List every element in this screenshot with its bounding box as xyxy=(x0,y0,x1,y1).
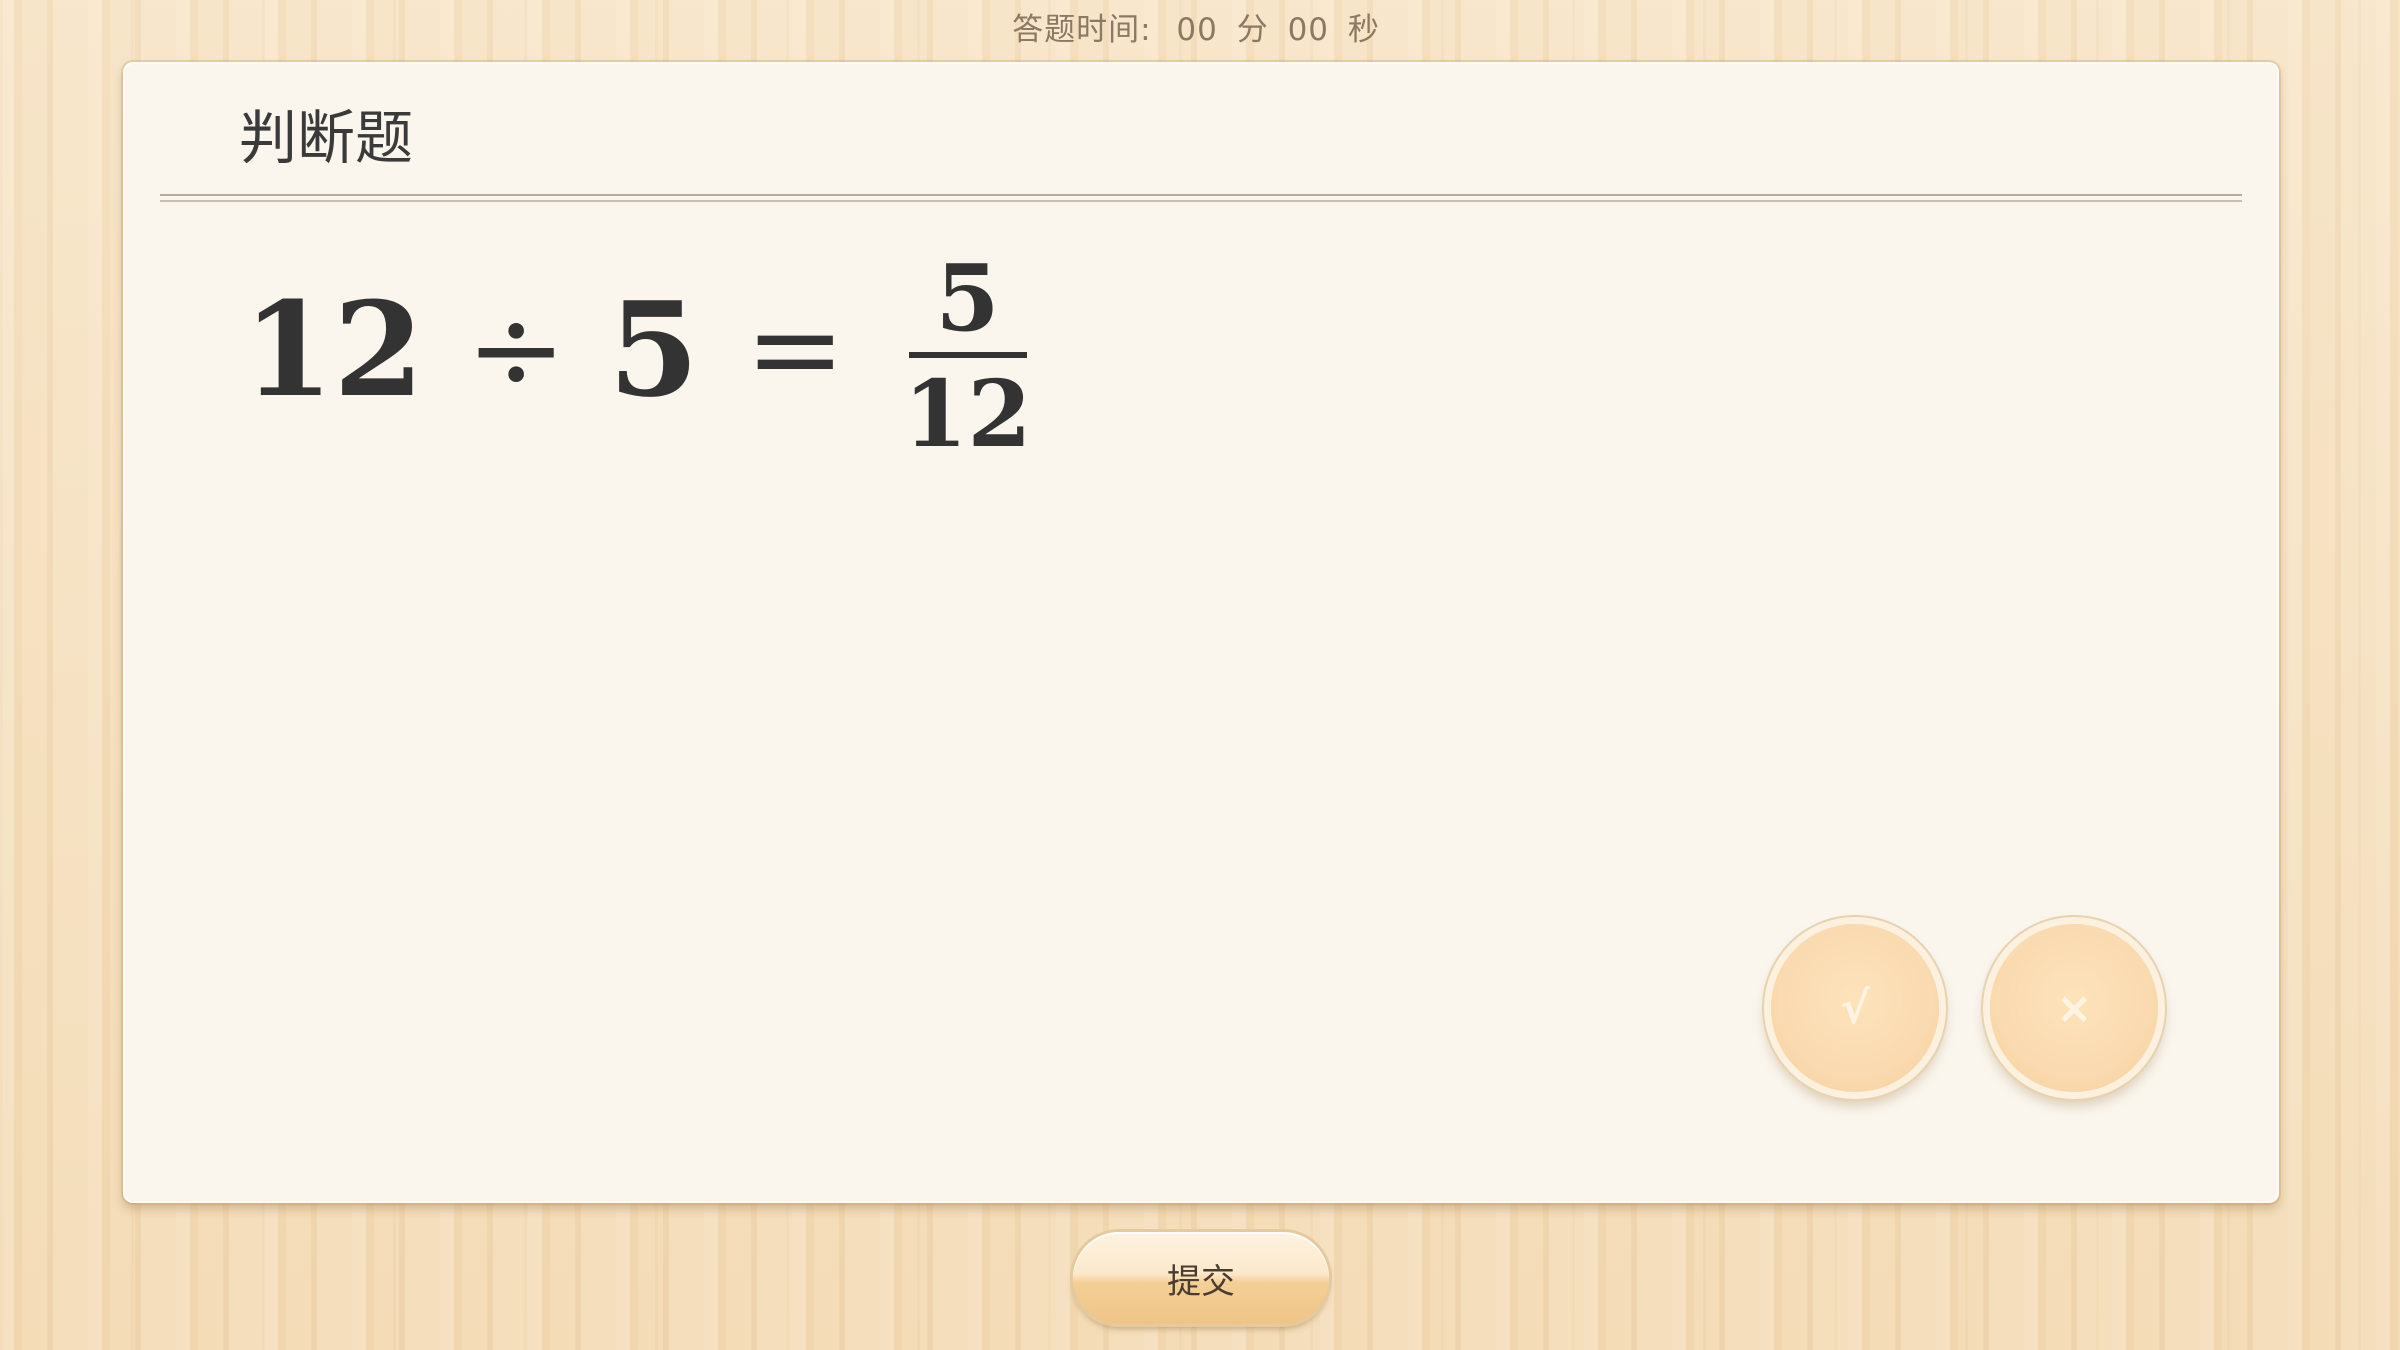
fraction-bar xyxy=(908,352,1027,358)
timer-label: 答题时间: xyxy=(1012,12,1152,48)
question-type-title: 判断题 xyxy=(239,104,414,172)
check-icon: √ xyxy=(1840,982,1870,1034)
left-operand: 12 xyxy=(243,273,424,426)
question-equation: 12 ÷ 5 = 5 12 xyxy=(243,220,1032,480)
true-answer-button[interactable]: √ xyxy=(1771,924,1939,1092)
fraction-denominator: 12 xyxy=(903,360,1032,468)
false-answer-button[interactable]: × xyxy=(1990,924,2158,1092)
timer-seconds: 00 xyxy=(1287,12,1330,48)
cross-icon: × xyxy=(2055,982,2093,1034)
right-operand: 5 xyxy=(608,273,699,426)
equals-sign: = xyxy=(744,280,846,419)
fraction: 5 12 xyxy=(903,252,1031,460)
timer-minutes-unit: 分 xyxy=(1236,12,1269,48)
answer-timer: 答题时间: 00 分 00 秒 xyxy=(0,10,2400,50)
timer-minutes: 00 xyxy=(1176,12,1218,48)
submit-button[interactable]: 提交 xyxy=(1073,1232,1329,1324)
submit-button-label: 提交 xyxy=(1167,1261,1235,1302)
title-divider xyxy=(160,194,2242,202)
timer-seconds-unit: 秒 xyxy=(1347,12,1380,48)
question-card: 判断题 12 ÷ 5 = 5 12 √ × xyxy=(123,62,2279,1203)
fraction-numerator: 5 xyxy=(935,244,1000,352)
division-operator: ÷ xyxy=(465,280,567,419)
